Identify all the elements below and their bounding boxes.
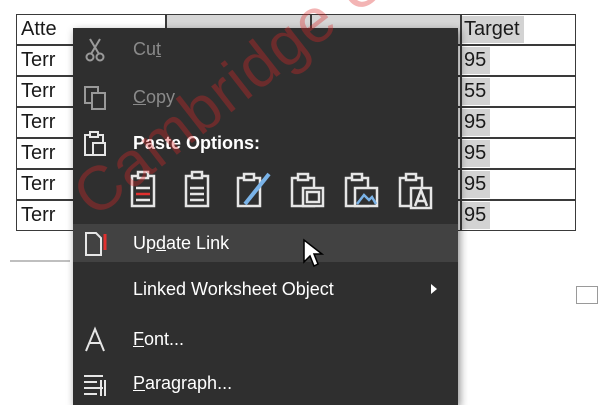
context-menu: Cut Copy Paste Options: Update Link Link… [73, 28, 458, 405]
table-cell[interactable]: 95 [461, 169, 576, 200]
cut-label-accel: t [156, 39, 162, 59]
cell-text: 95 [462, 47, 491, 74]
link-use-destination-icon[interactable] [285, 168, 329, 212]
cell-text: 95 [462, 109, 491, 136]
table-resize-handle[interactable] [576, 286, 598, 304]
paste-options-label: Paste Options: [133, 133, 261, 153]
cell-text: 95 [462, 140, 491, 167]
cell-text: 55 [462, 78, 491, 105]
table-cell[interactable]: 55 [461, 76, 576, 107]
cell-text: Terr [21, 111, 56, 133]
clipboard-icon [81, 130, 109, 158]
update-link-label-pre: Up [133, 233, 157, 253]
linked-worksheet-object-label: Linked Worksheet Object [133, 279, 334, 299]
menu-item-update-link[interactable]: Update Link [73, 224, 458, 262]
cell-text: Terr [21, 204, 56, 226]
paragraph-label-accel: P [133, 373, 146, 393]
cell-text: Terr [21, 142, 56, 164]
menu-heading-paste-options: Paste Options: [73, 124, 458, 162]
menu-item-linked-worksheet-object[interactable]: Linked Worksheet Object [73, 270, 458, 308]
menu-item-copy[interactable]: Copy [73, 78, 458, 116]
submenu-arrow-icon [431, 284, 437, 294]
cell-text: Atte [21, 18, 57, 40]
cell-text: Terr [21, 173, 56, 195]
update-link-label-post: ate Link [166, 233, 230, 253]
cell-text: 95 [462, 171, 491, 198]
copy-icon [81, 84, 109, 112]
table-cell[interactable]: 95 [461, 45, 576, 76]
menu-item-font[interactable]: Font... [73, 320, 458, 358]
table-cell[interactable]: Target [461, 14, 576, 45]
font-label-post: ont... [144, 329, 185, 349]
cell-text: Terr [21, 80, 56, 102]
cell-text: Terr [21, 49, 56, 71]
update-link-label-accel: d [156, 233, 167, 253]
cut-label-pre: Cu [133, 39, 157, 59]
font-label-accel: F [133, 329, 144, 349]
menu-item-paragraph[interactable]: Paragraph... [73, 364, 458, 402]
table-cell[interactable]: 95 [461, 107, 576, 138]
link-keep-source-icon[interactable] [231, 168, 275, 212]
mouse-cursor-icon [303, 238, 325, 268]
paragraph-icon [81, 370, 109, 398]
copy-label-accel: C [133, 87, 146, 107]
keep-text-only-icon[interactable] [393, 168, 437, 212]
cell-text: Target [462, 16, 524, 43]
table-cell[interactable]: 95 [461, 138, 576, 169]
menu-item-cut[interactable]: Cut [73, 30, 458, 68]
paragraph-label-post: aragraph... [145, 373, 233, 393]
keep-source-formatting-icon[interactable] [123, 168, 167, 212]
use-destination-styles-icon[interactable] [177, 168, 221, 212]
copy-label-post: opy [146, 87, 176, 107]
paste-options-row [123, 166, 453, 216]
update-link-icon [81, 230, 109, 258]
cell-text: 95 [462, 202, 491, 229]
table-bottom-edge [10, 260, 70, 262]
scissors-icon [81, 36, 109, 64]
table-cell[interactable]: 95 [461, 200, 576, 231]
picture-icon[interactable] [339, 168, 383, 212]
font-icon [81, 326, 109, 354]
